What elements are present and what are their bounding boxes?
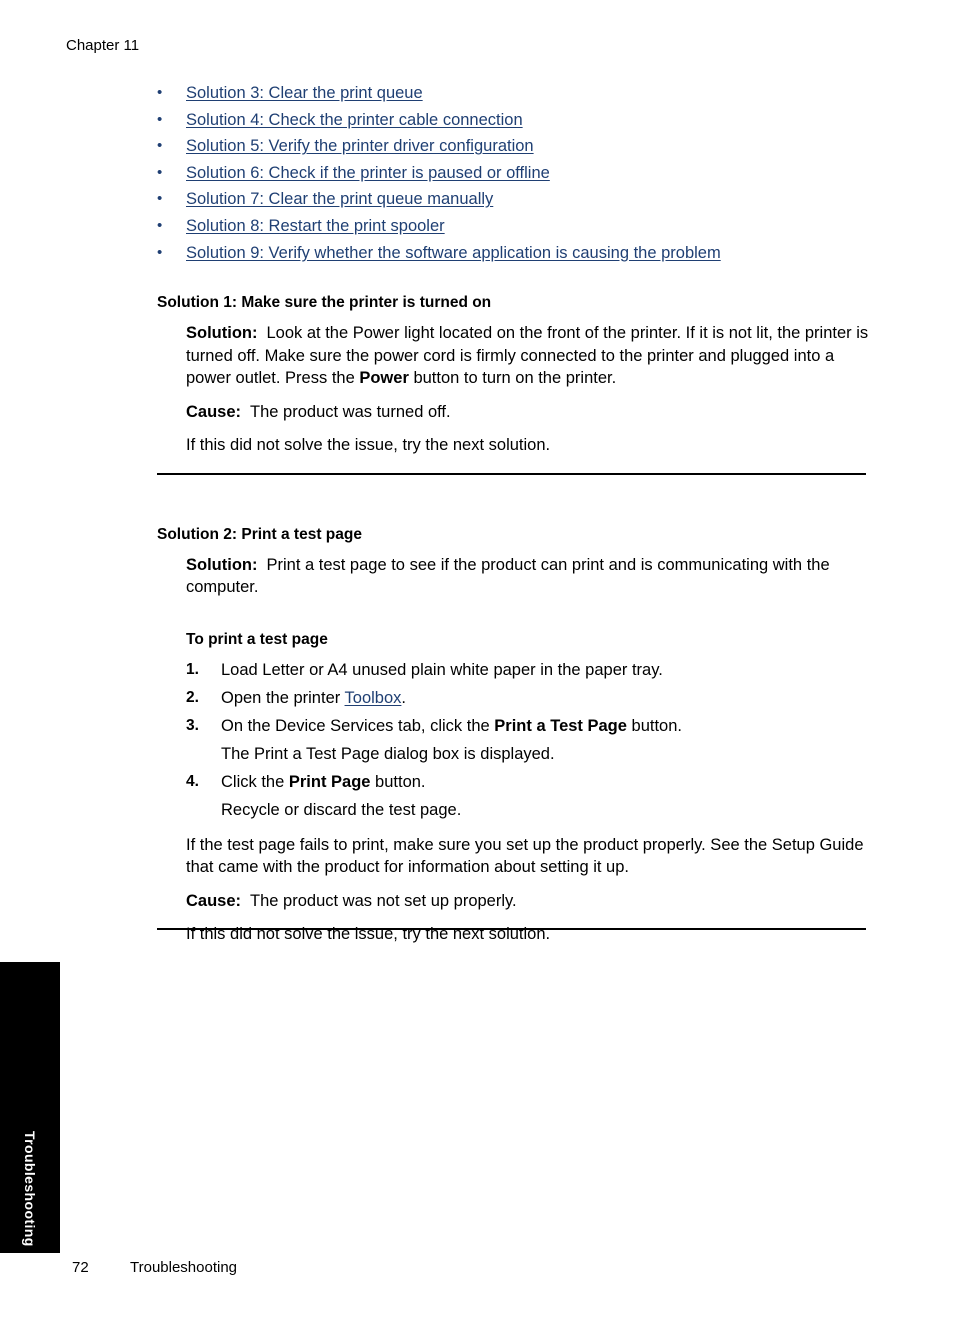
page-footer: 72 Troubleshooting bbox=[72, 1258, 237, 1278]
link-solution-8[interactable]: Solution 8: Restart the print spooler bbox=[186, 215, 445, 237]
step-number: 1. bbox=[186, 660, 199, 678]
solution-text-part-2: button to turn on the printer. bbox=[408, 369, 617, 387]
cause-text: The product was not set up properly. bbox=[250, 891, 517, 910]
step-text-part-2: button. bbox=[626, 716, 682, 735]
bullet-icon: • bbox=[157, 110, 163, 128]
step-text: On the Device Services tab, click the Pr… bbox=[221, 713, 682, 739]
step-subtext: Recycle or discard the test page. bbox=[221, 800, 462, 819]
step-text: Click the Print Page button. bbox=[221, 769, 426, 795]
link-solution-9[interactable]: Solution 9: Verify whether the software … bbox=[186, 242, 721, 264]
step-number: 2. bbox=[186, 688, 199, 706]
solution-label: Solution: bbox=[186, 555, 258, 574]
footer-page-number: 72 bbox=[72, 1259, 89, 1276]
link-solution-6[interactable]: Solution 6: Check if the printer is paus… bbox=[186, 162, 550, 184]
list-item: 2. Open the printer Toolbox. bbox=[186, 685, 869, 711]
list-item: 4. Click the Print Page button. Recycle … bbox=[186, 769, 869, 823]
step-text-part-2: button. bbox=[370, 772, 426, 791]
link-solution-4[interactable]: Solution 4: Check the printer cable conn… bbox=[186, 109, 523, 131]
footer-section-name: Troubleshooting bbox=[130, 1259, 238, 1276]
list-item: 3. On the Device Services tab, click the… bbox=[186, 713, 869, 767]
section-divider bbox=[157, 928, 866, 930]
link-toolbox[interactable]: Toolbox bbox=[345, 689, 402, 707]
procedure-step-list: 1. Load Letter or A4 unused plain white … bbox=[186, 657, 869, 823]
bullet-icon: • bbox=[157, 190, 163, 208]
solution-1-next-paragraph: If this did not solve the issue, try the… bbox=[186, 436, 551, 454]
cross-reference-list: • Solution 3: Clear the print queue • So… bbox=[157, 82, 869, 268]
solution-2-heading: Solution 2: Print a test page bbox=[157, 525, 362, 543]
list-item: • Solution 5: Verify the printer driver … bbox=[157, 135, 869, 162]
solution-label: Solution: bbox=[186, 324, 258, 342]
solution-1-cause-paragraph: Cause: The product was turned off. bbox=[186, 401, 869, 424]
step-number: 4. bbox=[186, 772, 199, 790]
section-thumb-tab: Troubleshooting bbox=[0, 962, 60, 1253]
list-item: • Solution 3: Clear the print queue bbox=[157, 82, 869, 109]
list-item: • Solution 6: Check if the printer is pa… bbox=[157, 162, 869, 189]
bullet-icon: • bbox=[157, 84, 163, 101]
link-solution-5[interactable]: Solution 5: Verify the printer driver co… bbox=[186, 135, 534, 157]
solution-2-cause-paragraph: Cause: The product was not set up properl… bbox=[186, 890, 869, 913]
solution-1-solution-paragraph: Solution: Look at the Power light located… bbox=[186, 322, 869, 390]
step-text: Open the printer Toolbox. bbox=[221, 685, 406, 711]
step-text-part-1: On the Device Services tab, click the bbox=[221, 716, 495, 735]
list-item: • Solution 8: Restart the print spooler bbox=[157, 215, 869, 242]
link-solution-7[interactable]: Solution 7: Clear the print queue manual… bbox=[186, 188, 493, 210]
list-item: 1. Load Letter or A4 unused plain white … bbox=[186, 657, 869, 683]
step-text-part-1: Click the bbox=[221, 772, 289, 791]
content-column: Solution 1: Make sure the printer is tur… bbox=[157, 292, 869, 957]
step-text-part-2: . bbox=[401, 688, 406, 707]
section-thumb-tab-label: Troubleshooting bbox=[22, 1131, 38, 1247]
bullet-icon: • bbox=[157, 243, 163, 261]
chapter-running-head: Chapter 11 bbox=[66, 37, 140, 54]
solution-2-note-paragraph: If the test page fails to print, make su… bbox=[186, 835, 864, 877]
section-divider bbox=[157, 473, 866, 475]
procedure-heading: To print a test page bbox=[186, 630, 328, 648]
link-solution-3[interactable]: Solution 3: Clear the print queue bbox=[186, 82, 423, 104]
print-page-bold: Print Page bbox=[288, 772, 371, 791]
print-a-test-page-bold: Print a Test Page bbox=[494, 716, 627, 735]
bullet-icon: • bbox=[157, 137, 163, 155]
cause-label: Cause: bbox=[186, 402, 242, 421]
step-text-part-1: Open the printer bbox=[221, 688, 345, 707]
bullet-icon: • bbox=[157, 216, 163, 234]
solution-text: Print a test page to see if the product … bbox=[186, 555, 830, 597]
solution-1-body: Solution: Look at the Power light located… bbox=[186, 322, 869, 457]
step-subtext: The Print a Test Page dialog box is disp… bbox=[221, 744, 555, 763]
list-item: • Solution 7: Clear the print queue manu… bbox=[157, 188, 869, 215]
list-item: • Solution 9: Verify whether the softwar… bbox=[157, 242, 869, 269]
list-item: • Solution 4: Check the printer cable co… bbox=[157, 109, 869, 136]
bullet-icon: • bbox=[157, 163, 163, 181]
solution-2-next-paragraph: If this did not solve the issue, try the… bbox=[186, 925, 551, 943]
cause-label: Cause: bbox=[186, 891, 242, 910]
document-page: Chapter 11 • Solution 3: Clear the print… bbox=[0, 0, 954, 1321]
solution-2-solution-paragraph: Solution: Print a test page to see if the… bbox=[186, 554, 869, 599]
power-bold: Power bbox=[359, 369, 409, 387]
step-text: Load Letter or A4 unused plain white pap… bbox=[221, 660, 663, 679]
solution-2-body: Solution: Print a test page to see if the… bbox=[186, 554, 869, 946]
step-number: 3. bbox=[186, 716, 199, 734]
cause-text: The product was turned off. bbox=[250, 402, 451, 421]
solution-1-heading: Solution 1: Make sure the printer is tur… bbox=[157, 294, 492, 311]
